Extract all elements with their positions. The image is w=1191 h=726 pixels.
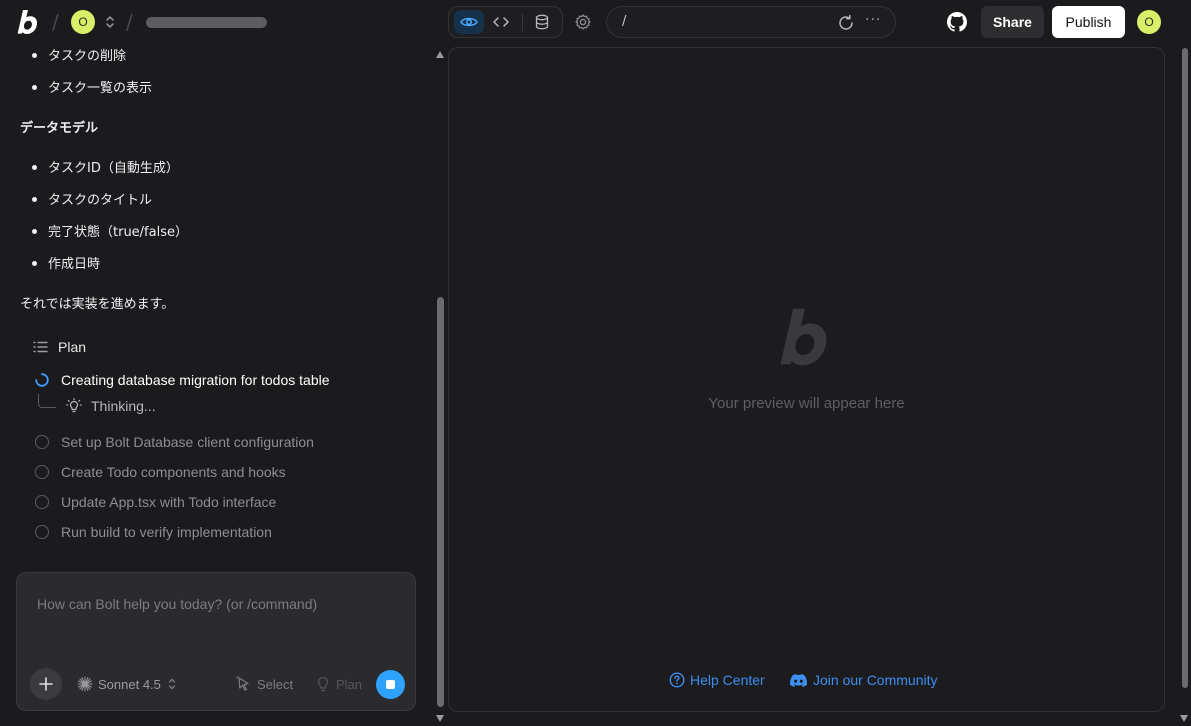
help-center-link[interactable]: Help Center xyxy=(669,672,765,688)
community-label: Join our Community xyxy=(813,672,938,688)
share-button[interactable]: Share xyxy=(981,6,1044,38)
plan-step-label: Create Todo components and hooks xyxy=(61,464,286,480)
lightbulb-icon xyxy=(66,398,82,413)
tree-connector xyxy=(38,394,56,408)
list-item: 作成日時 xyxy=(48,257,101,272)
help-center-label: Help Center xyxy=(690,672,765,688)
plan-step: Set up Bolt Database client configuratio… xyxy=(35,434,314,450)
pending-circle-icon xyxy=(35,465,49,479)
prompt-input[interactable]: How can Bolt help you today? (or /comman… xyxy=(37,596,317,612)
discord-icon xyxy=(790,673,807,687)
chevron-updown-icon xyxy=(168,678,176,690)
community-link[interactable]: Join our Community xyxy=(790,672,938,688)
plan-step-label: Creating database migration for todos ta… xyxy=(61,372,330,388)
pending-circle-icon xyxy=(35,435,49,449)
plan-step-label: Run build to verify implementation xyxy=(61,524,272,540)
list-bullet xyxy=(32,261,37,266)
plan-step: Run build to verify implementation xyxy=(35,524,272,540)
plus-icon xyxy=(39,677,53,691)
page-scrollbar[interactable] xyxy=(1178,44,1191,726)
scrollbar-thumb[interactable] xyxy=(437,297,444,707)
view-toggle-group xyxy=(448,6,563,38)
list-item: タスク一覧の表示 xyxy=(48,81,153,96)
more-options-icon[interactable]: ··· xyxy=(865,12,881,28)
user-avatar[interactable]: O xyxy=(1137,10,1161,34)
spinner-icon xyxy=(35,373,49,387)
chat-scrollbar[interactable] xyxy=(433,44,447,726)
preview-empty-message: Your preview will appear here xyxy=(708,395,905,412)
select-tool-button[interactable]: Select xyxy=(236,676,293,692)
code-tab[interactable] xyxy=(486,10,516,34)
eye-icon xyxy=(460,17,478,27)
preview-panel: Your preview will appear here Help Cente… xyxy=(448,47,1165,712)
prompt-input-box[interactable]: How can Bolt help you today? (or /comman… xyxy=(16,572,416,711)
stop-generation-button[interactable] xyxy=(376,670,405,699)
sparkle-icon xyxy=(77,676,93,692)
list-icon xyxy=(33,341,48,353)
list-bullet xyxy=(32,197,37,202)
preview-url-bar[interactable]: / ··· xyxy=(606,6,896,38)
github-icon[interactable] xyxy=(947,12,967,32)
chat-message-text: それでは実装を進めます。 xyxy=(20,297,175,312)
project-name-redacted[interactable] xyxy=(146,17,267,28)
list-bullet xyxy=(32,85,37,90)
pending-circle-icon xyxy=(35,525,49,539)
plan-label: Plan xyxy=(58,339,87,355)
bolt-logo-icon xyxy=(780,308,827,366)
bolt-logo-icon[interactable] xyxy=(17,9,39,35)
plan-step: Create Todo components and hooks xyxy=(35,464,286,480)
list-bullet xyxy=(32,229,37,234)
code-icon xyxy=(493,17,509,27)
reload-icon[interactable] xyxy=(837,14,855,32)
list-item: タスクのタイトル xyxy=(48,193,153,208)
publish-button[interactable]: Publish xyxy=(1052,6,1125,38)
list-item: タスクID（自動生成） xyxy=(48,161,179,176)
thinking-indicator: Thinking... xyxy=(38,394,156,414)
database-tab[interactable] xyxy=(527,10,557,34)
toggle-divider xyxy=(522,14,523,31)
breadcrumb-separator: / xyxy=(52,10,59,34)
model-selector[interactable]: Sonnet 4.5 xyxy=(77,676,177,692)
plan-mode-label: Plan xyxy=(336,676,363,692)
scroll-down-arrow-icon[interactable] xyxy=(1180,715,1188,722)
add-attachment-button[interactable] xyxy=(30,668,62,700)
chevron-updown-icon[interactable] xyxy=(104,14,116,30)
help-circle-icon xyxy=(669,672,685,688)
scroll-down-arrow-icon[interactable] xyxy=(436,715,444,722)
model-name: Sonnet 4.5 xyxy=(98,676,161,692)
chat-panel: タスクの削除 タスク一覧の表示 データモデル タスクID（自動生成） タスクのタ… xyxy=(0,44,432,726)
breadcrumb-separator: / xyxy=(126,10,133,34)
plan-step-active: Creating database migration for todos ta… xyxy=(35,372,330,388)
scrollbar-thumb[interactable] xyxy=(1182,48,1188,688)
plan-step: Update App.tsx with Todo interface xyxy=(35,494,276,510)
list-bullet xyxy=(32,53,37,58)
section-heading: データモデル xyxy=(20,121,99,136)
cursor-select-icon xyxy=(236,676,249,691)
workspace-avatar[interactable]: O xyxy=(71,10,95,34)
select-label: Select xyxy=(257,676,294,692)
plan-header[interactable]: Plan xyxy=(33,339,86,355)
stop-icon xyxy=(386,680,395,689)
list-item: 完了状態（true/false） xyxy=(48,225,188,240)
preview-tab[interactable] xyxy=(454,10,484,34)
plan-mode-button[interactable]: Plan xyxy=(316,676,362,692)
settings-icon[interactable] xyxy=(573,12,593,32)
top-bar: / O / / ··· Share Publish O xyxy=(0,0,1191,44)
url-path[interactable]: / xyxy=(622,14,626,29)
database-icon xyxy=(535,14,549,30)
pending-circle-icon xyxy=(35,495,49,509)
thinking-label: Thinking... xyxy=(91,398,156,414)
plan-step-label: Update App.tsx with Todo interface xyxy=(61,494,277,510)
scroll-up-arrow-icon[interactable] xyxy=(436,51,444,58)
list-bullet xyxy=(32,165,37,170)
plan-step-label: Set up Bolt Database client configuratio… xyxy=(61,434,314,450)
lightbulb-icon xyxy=(317,676,329,692)
list-item: タスクの削除 xyxy=(48,49,127,64)
